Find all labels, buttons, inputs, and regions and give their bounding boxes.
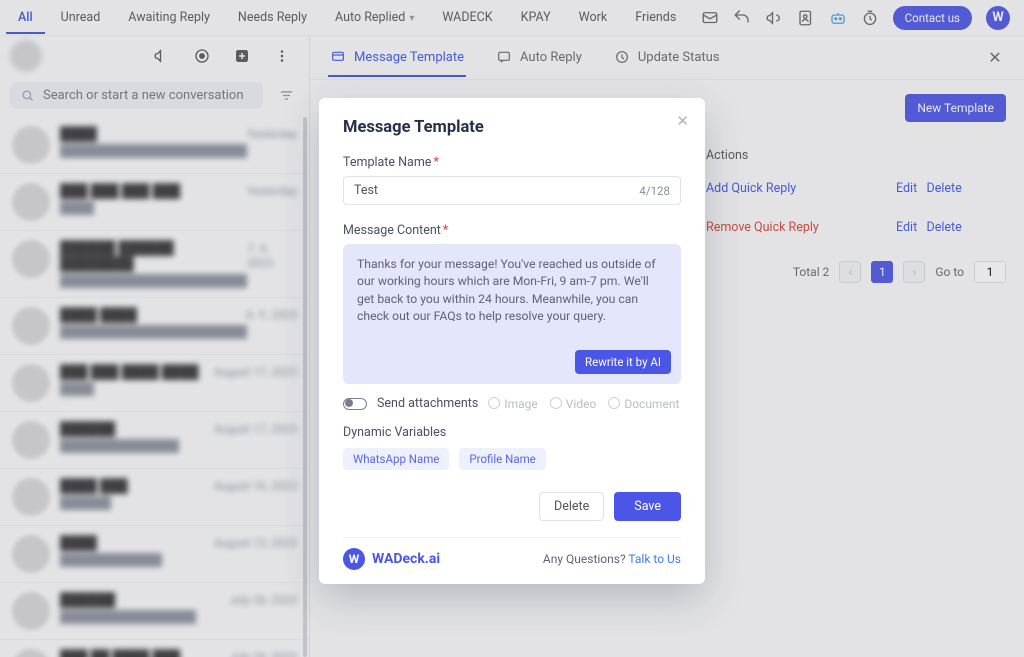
var-profile-name[interactable]: Profile Name <box>459 448 545 470</box>
template-name-input[interactable] <box>354 183 639 198</box>
template-name-label: Template Name* <box>343 155 681 170</box>
attachment-option-video: Video <box>550 397 597 411</box>
template-name-counter: 4/128 <box>639 184 670 198</box>
talk-to-us-link[interactable]: Talk to Us <box>628 552 681 566</box>
var-whatsapp-name[interactable]: WhatsApp Name <box>343 448 449 470</box>
attachment-option-document: Document <box>608 397 679 411</box>
message-content-label: Message Content* <box>343 223 681 238</box>
message-template-modal: ✕ Message Template Template Name* 4/128 … <box>319 98 705 584</box>
attachment-option-image: Image <box>488 397 537 411</box>
send-attachments-toggle[interactable] <box>343 398 367 410</box>
dynamic-variables-label: Dynamic Variables <box>343 425 681 440</box>
message-content-textarea[interactable] <box>357 256 667 336</box>
attachment-options: Image Video Document <box>488 397 679 411</box>
modal-title: Message Template <box>343 118 681 137</box>
brand-logo-icon: W <box>343 548 365 570</box>
modal-overlay[interactable]: ✕ Message Template Template Name* 4/128 … <box>0 0 1024 657</box>
rewrite-by-ai-button[interactable]: Rewrite it by AI <box>575 350 671 374</box>
delete-button[interactable]: Delete <box>539 492 604 521</box>
save-button[interactable]: Save <box>614 492 681 521</box>
brand-footer: W WADeck.ai <box>343 548 440 570</box>
close-modal-icon[interactable]: ✕ <box>676 112 689 130</box>
send-attachments-label: Send attachments <box>377 396 478 411</box>
footer-question: Any Questions? Talk to Us <box>543 552 681 566</box>
